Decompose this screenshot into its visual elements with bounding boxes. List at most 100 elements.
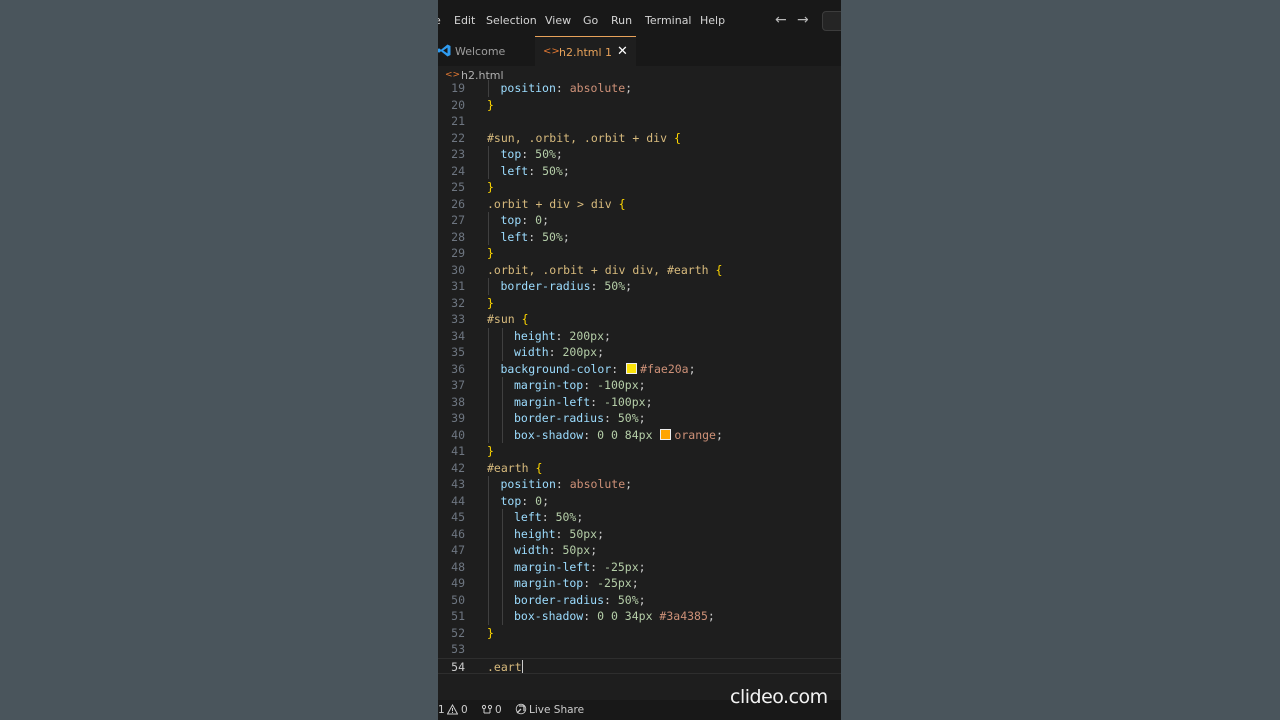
code-line[interactable]: 25}: [438, 179, 841, 196]
code-token: 50%: [542, 229, 563, 244]
code-token: ;: [638, 411, 646, 425]
code-line[interactable]: 51 box-shadow: 0 0 34px #3a4385;: [438, 608, 841, 625]
code-token: .orbit + div > div: [487, 196, 619, 211]
code-line[interactable]: 36 background-color: #fae20a;: [438, 360, 841, 377]
code-line[interactable]: 46 height: 50px;: [438, 525, 841, 542]
code-token: :: [555, 526, 570, 541]
code-token: {: [673, 130, 681, 145]
menu-item-go[interactable]: Go: [583, 14, 598, 28]
code-token: left: [514, 510, 542, 524]
code-token: box-shadow: [514, 609, 584, 623]
menu-item-terminal[interactable]: Terminal: [645, 14, 692, 28]
code-line[interactable]: 45 left: 50%;: [438, 509, 841, 526]
code-line[interactable]: 28 left: 50%;: [438, 228, 841, 245]
code-line[interactable]: 38 margin-left: -100px;: [438, 393, 841, 410]
code-text: margin-left: -25px;: [514, 559, 646, 576]
code-line[interactable]: 31 border-radius: 50%;: [438, 278, 841, 295]
code-token: margin-top: [514, 576, 584, 590]
menu-item-run[interactable]: Run: [611, 14, 632, 28]
code-token: 50%: [535, 147, 556, 161]
code-token: position: [500, 477, 556, 491]
code-token: -25px: [604, 559, 639, 574]
close-icon[interactable]: ✕: [617, 44, 628, 59]
code-token: -100px: [597, 378, 639, 392]
code-token: 50%: [542, 163, 563, 178]
line-number: 44: [451, 493, 465, 508]
live-share-label[interactable]: Live Share: [529, 704, 584, 716]
code-line[interactable]: 32}: [438, 295, 841, 312]
indent-guide: [488, 476, 489, 493]
color-swatch[interactable]: [660, 428, 672, 440]
code-line[interactable]: 41}: [438, 443, 841, 460]
code-line[interactable]: 33 #sun {: [438, 311, 841, 328]
code-token: ;: [625, 477, 633, 491]
code-line[interactable]: 19 position: absolute;: [438, 80, 841, 97]
code-token: 0 0 84px: [597, 427, 660, 442]
code-line[interactable]: 49 margin-top: -25px;: [438, 575, 841, 592]
code-line[interactable]: 23 top: 50%;: [438, 146, 841, 163]
code-line[interactable]: 34 height: 200px;: [438, 327, 841, 344]
code-line[interactable]: 40 box-shadow: 0 0 84px orange;: [438, 426, 841, 443]
code-line[interactable]: 29}: [438, 245, 841, 262]
code-line[interactable]: 53: [438, 641, 841, 658]
code-line[interactable]: 48 margin-left: -25px;: [438, 558, 841, 576]
line-number: 43: [451, 477, 465, 491]
code-token: 50%: [617, 592, 639, 607]
code-line[interactable]: 26 .orbit + div > div {: [438, 196, 841, 213]
code-line[interactable]: 50 border-radius: 50%;: [438, 591, 841, 608]
code-text: top: 0;: [501, 212, 550, 229]
code-token: height: [514, 526, 556, 541]
color-swatch[interactable]: [626, 362, 638, 374]
code-line[interactable]: 37 margin-top: -100px;: [438, 377, 841, 394]
code-token: {: [715, 262, 723, 277]
code-line[interactable]: 22 #sun, .orbit, .orbit + div {: [438, 130, 841, 147]
code-line[interactable]: 27 top: 0;: [438, 212, 841, 229]
errors-count[interactable]: 1: [438, 704, 445, 716]
indent-guide: [488, 146, 489, 163]
code-line[interactable]: 21: [438, 113, 841, 130]
code-token: }: [487, 180, 494, 194]
tab-label: h2.html: [559, 46, 602, 59]
command-center[interactable]: [822, 11, 841, 31]
tab-welcome[interactable]: Welcome: [438, 36, 534, 66]
code-token: #fae20a: [640, 361, 689, 376]
code-token: :: [583, 576, 598, 590]
code-line[interactable]: 24 left: 50%;: [438, 162, 841, 179]
arrow-right-icon[interactable]: →: [797, 11, 809, 29]
menu-item-selection[interactable]: Selection: [486, 14, 537, 28]
code-line[interactable]: 44 top: 0;: [438, 492, 841, 509]
line-number: 40: [451, 427, 465, 442]
code-line[interactable]: 43 position: absolute;: [438, 476, 841, 493]
code-token: {: [521, 312, 529, 326]
code-token: :: [604, 411, 618, 425]
code-token: ;: [638, 559, 646, 574]
code-token: ;: [542, 493, 550, 508]
menu-item-edit[interactable]: Edit: [454, 14, 475, 28]
code-token: }: [487, 444, 494, 458]
tab-h2-html[interactable]: <> h2.html 1 ✕: [535, 36, 636, 66]
code-token: :: [528, 229, 543, 244]
indent-guide: [488, 162, 489, 179]
ports-count[interactable]: 0: [495, 704, 502, 716]
code-line[interactable]: 47 width: 50px;: [438, 542, 841, 559]
code-line[interactable]: 39 border-radius: 50%;: [438, 410, 841, 427]
line-number: 26: [451, 196, 465, 211]
code-line[interactable]: 20}: [438, 97, 841, 114]
warnings-count[interactable]: 0: [461, 704, 468, 716]
code-line[interactable]: 42 #earth {: [438, 460, 841, 477]
code-token: ;: [590, 543, 598, 557]
menu-item-help[interactable]: Help: [700, 14, 725, 28]
arrow-left-icon[interactable]: ←: [775, 11, 787, 29]
code-token: ;: [625, 279, 633, 293]
code-text: #earth {: [487, 460, 542, 477]
code-token: :: [590, 559, 605, 574]
code-area[interactable]: 19 position: absolute; 20} 21 22 #sun, .orbit…: [438, 80, 841, 690]
line-number: 27: [451, 213, 465, 227]
code-line[interactable]: 35 width: 200px;: [438, 344, 841, 361]
code-line[interactable]: 54 .eart: [438, 657, 841, 674]
menu-item-e[interactable]: e: [438, 14, 441, 28]
code-line[interactable]: 52}: [438, 625, 841, 642]
watermark: clideo.com: [730, 686, 828, 708]
code-line[interactable]: 30 .orbit, .orbit + div div, #earth {: [438, 262, 841, 279]
menu-item-view[interactable]: View: [545, 14, 571, 28]
